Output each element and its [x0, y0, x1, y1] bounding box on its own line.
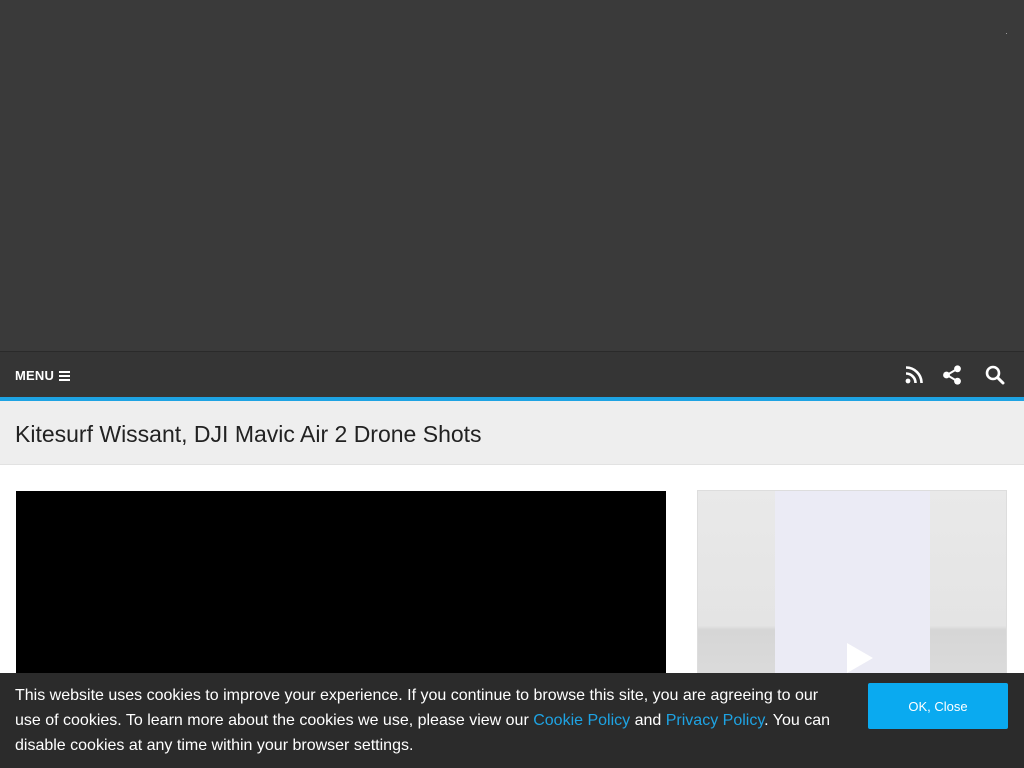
- hero-banner: [0, 0, 1024, 351]
- top-navbar: MENU: [0, 351, 1024, 398]
- cookie-policy-link[interactable]: Cookie Policy: [533, 712, 630, 729]
- hamburger-icon: [59, 370, 71, 381]
- menu-button[interactable]: MENU: [15, 352, 71, 398]
- cookie-message: This website uses cookies to improve you…: [15, 683, 845, 758]
- rss-icon[interactable]: [901, 362, 927, 388]
- privacy-policy-link[interactable]: Privacy Policy: [666, 712, 764, 729]
- hero-dot: [1006, 33, 1007, 34]
- ok-close-button[interactable]: OK, Close: [868, 683, 1008, 729]
- cookie-text-and: and: [630, 712, 666, 729]
- menu-label: MENU: [15, 367, 55, 383]
- page-title-band: Kitesurf Wissant, DJI Mavic Air 2 Drone …: [0, 401, 1024, 465]
- search-icon[interactable]: [982, 362, 1008, 388]
- share-icon[interactable]: [939, 362, 965, 388]
- sidebar-video-thumbnail[interactable]: [697, 490, 1007, 690]
- play-icon[interactable]: [847, 643, 873, 673]
- page-title: Kitesurf Wissant, DJI Mavic Air 2 Drone …: [15, 421, 482, 447]
- video-player[interactable]: [16, 491, 666, 691]
- cookie-banner: This website uses cookies to improve you…: [0, 673, 1024, 768]
